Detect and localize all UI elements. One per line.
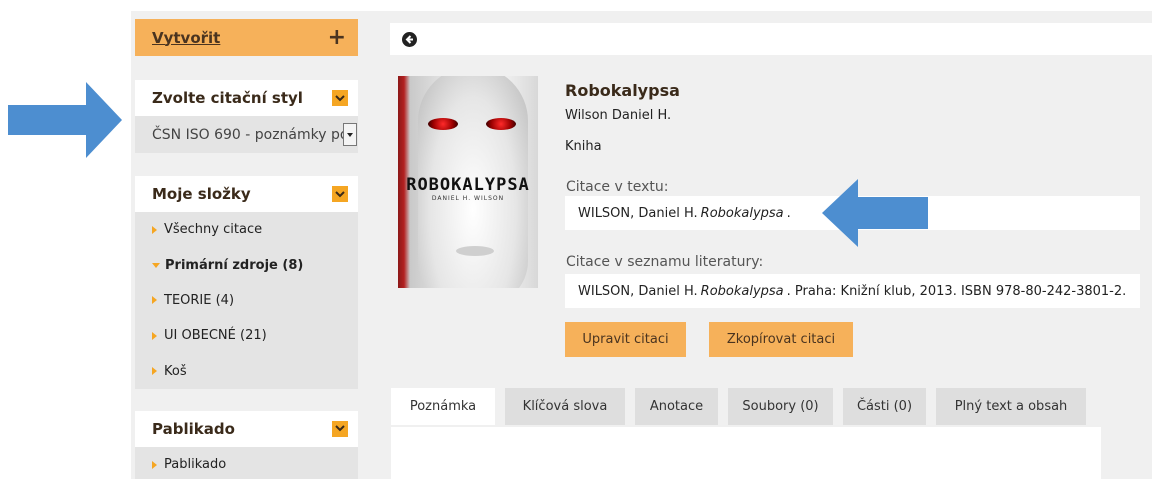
folder-label: Primární zdroje (8): [165, 257, 304, 273]
citation-style-title: Zvolte citační styl: [152, 89, 303, 107]
chevron-down-icon[interactable]: [332, 420, 348, 437]
cover-eye: [486, 118, 516, 130]
pablikado-label: Pablikado: [164, 457, 227, 473]
cover-eye: [428, 118, 458, 130]
citation-style-header[interactable]: Zvolte citační styl: [135, 80, 358, 116]
caret-right-icon: [152, 367, 157, 376]
record-author: Wilson Daniel H.: [565, 108, 672, 123]
citation-style-select[interactable]: ČSN ISO 690 - poznámky pod: [135, 116, 358, 153]
tab-keywords[interactable]: Klíčová slova: [505, 388, 625, 425]
pablikado-list: Pablikado: [135, 446, 358, 479]
sidebar: Vytvořit + Zvolte citační styl ČSN ISO 6…: [135, 19, 358, 479]
chevron-down-icon[interactable]: [332, 90, 348, 106]
tab-parts[interactable]: Části (0): [843, 388, 926, 425]
citation-title-italic: Robokalypsa: [700, 205, 784, 221]
citation-text-end: . Praha: Knižní klub, 2013. ISBN 978-80-…: [786, 283, 1127, 299]
citation-text: WILSON, Daniel H.: [578, 205, 698, 221]
folders-list: Všechny citace Primární zdroje (8) TEORI…: [135, 212, 358, 389]
folders-title: Moje složky: [152, 185, 251, 203]
folders-header[interactable]: Moje složky: [135, 176, 358, 212]
folder-label: UI OBECNÉ (21): [164, 328, 267, 344]
folder-item-trash[interactable]: Koš: [135, 354, 358, 389]
back-arrow-icon[interactable]: [402, 31, 417, 47]
chevron-down-icon[interactable]: [332, 186, 348, 202]
annotation-arrow-left-icon: [822, 179, 928, 247]
topbar: [390, 23, 1152, 55]
caret-right-icon: [152, 460, 157, 469]
book-cover-image: ROBOKALYPSA DANIEL H. WILSON: [398, 76, 538, 288]
in-text-citation-label: Citace v textu:: [566, 179, 669, 195]
tab-fulltext[interactable]: Plný text a obsah: [936, 388, 1086, 425]
pablikado-title: Pablikado: [152, 419, 235, 438]
folder-item-all[interactable]: Všechny citace: [135, 212, 358, 247]
tab-bar: Poznámka Klíčová slova Anotace Soubory (…: [391, 388, 1096, 425]
tab-content: [391, 427, 1101, 479]
copy-citation-button[interactable]: Zkopírovat citaci: [709, 322, 853, 357]
cover-title: ROBOKALYPSA: [406, 175, 530, 195]
record-title: Robokalypsa: [565, 81, 680, 100]
citation-text-end: .: [786, 205, 791, 221]
plus-icon: +: [327, 24, 346, 50]
pablikado-item[interactable]: Pablikado: [135, 447, 358, 479]
folder-item-ui[interactable]: UI OBECNÉ (21): [135, 318, 358, 353]
citation-title-italic: Robokalypsa: [700, 283, 784, 299]
tab-files[interactable]: Soubory (0): [728, 388, 833, 425]
tab-note[interactable]: Poznámka: [391, 388, 495, 425]
bibliography-citation-box[interactable]: WILSON, Daniel H. Robokalypsa . Praha: K…: [565, 274, 1140, 308]
annotation-arrow-right-icon: [8, 82, 122, 158]
record-type: Kniha: [565, 139, 602, 154]
caret-right-icon: [152, 331, 157, 340]
folder-item-theory[interactable]: TEORIE (4): [135, 283, 358, 318]
folder-label: TEORIE (4): [164, 292, 235, 308]
edit-citation-button[interactable]: Upravit citaci: [565, 322, 686, 357]
tab-annotation[interactable]: Anotace: [635, 388, 718, 425]
caret-right-icon: [152, 296, 157, 305]
cover-mouth: [456, 246, 494, 256]
select-dropdown-icon[interactable]: [343, 123, 357, 146]
citation-text: WILSON, Daniel H.: [578, 283, 698, 299]
bibliography-citation-label: Citace v seznamu literatury:: [566, 254, 764, 270]
create-button[interactable]: Vytvořit +: [135, 19, 358, 56]
citation-style-body: ČSN ISO 690 - poznámky pod: [135, 116, 358, 153]
caret-down-icon: [152, 262, 160, 268]
folder-label: Všechny citace: [164, 222, 263, 238]
cover-author: DANIEL H. WILSON: [431, 195, 505, 202]
folder-label: Koš: [164, 363, 187, 379]
folder-item-primary[interactable]: Primární zdroje (8): [135, 247, 358, 282]
citation-style-value: ČSN ISO 690 - poznámky pod: [152, 126, 358, 143]
pablikado-header[interactable]: Pablikado: [135, 410, 358, 447]
create-label: Vytvořit: [152, 28, 221, 47]
caret-right-icon: [152, 225, 157, 234]
